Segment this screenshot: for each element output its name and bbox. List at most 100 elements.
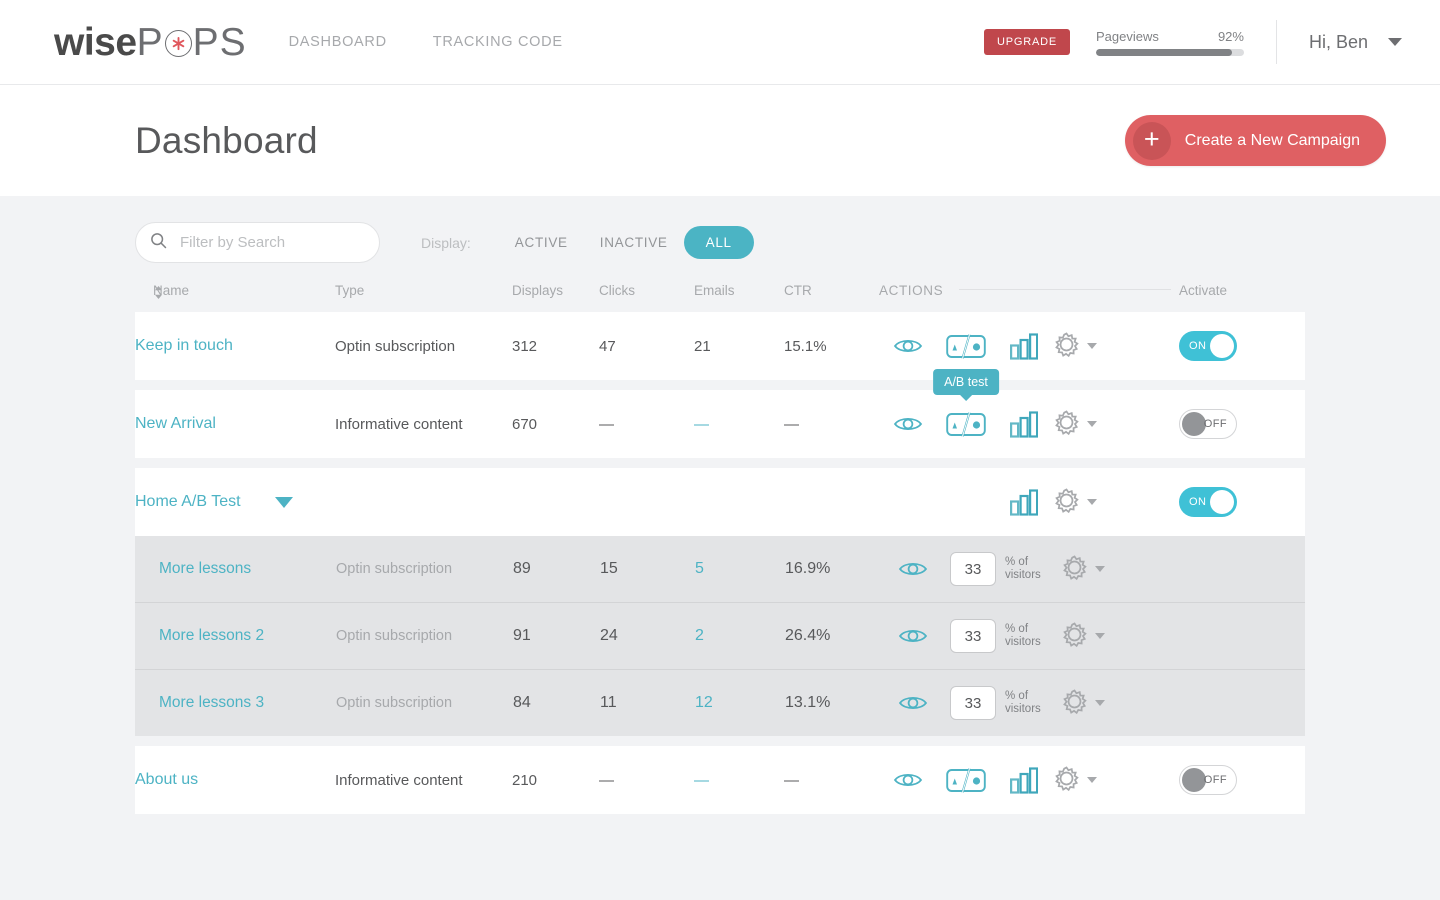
table-row[interactable]: More lessons 2 Optin subscription 91 24 … [135, 602, 1305, 670]
plus-icon: + [1132, 121, 1171, 160]
variant-emails-cell[interactable]: 5 [694, 536, 784, 603]
sort-icon[interactable] [153, 285, 164, 303]
variant-actions-cell: % of visitors [879, 602, 1179, 670]
variant-ctr-cell: 26.4% [784, 602, 879, 670]
search-icon [150, 232, 167, 254]
gear-icon [1053, 765, 1080, 795]
variant-name-cell: More lessons 2 [135, 602, 335, 670]
statistics-bar-chart-icon[interactable] [995, 332, 1053, 360]
upgrade-button[interactable]: UPGRADE [983, 29, 1070, 55]
filter-bar: Display: ACTIVE INACTIVE ALL [0, 196, 1440, 263]
campaign-clicks-cell: 47 [599, 337, 616, 355]
activate-toggle[interactable]: ON [1179, 331, 1237, 361]
top-bar: wise P PS DASHBOARD TRACKING CODE UPGRAD… [0, 0, 1440, 85]
chevron-down-icon [1388, 38, 1402, 46]
ab-test-group-row[interactable]: Home A/B Test ON [135, 468, 1305, 536]
table-row[interactable]: More lessons Optin subscription 89 15 5 … [135, 536, 1305, 603]
column-header-name[interactable]: Name [135, 283, 335, 312]
display-filter-group: ACTIVE INACTIVE ALL [499, 226, 754, 259]
group-name-cell: Home A/B Test [135, 468, 335, 536]
preview-eye-icon[interactable] [879, 414, 937, 434]
campaign-actions-cell [879, 746, 1179, 814]
ab-test-icon[interactable] [937, 411, 995, 438]
filter-active-button[interactable]: ACTIVE [499, 226, 584, 259]
variant-activate-cell [1179, 669, 1305, 736]
gear-icon [1061, 621, 1088, 651]
table-row[interactable]: New Arrival Informative content 670 — — … [135, 390, 1305, 458]
settings-menu-button[interactable] [1053, 487, 1097, 517]
filter-inactive-button[interactable]: INACTIVE [584, 226, 684, 259]
percent-label-line1: % of [1005, 555, 1029, 568]
column-header-displays: Displays [512, 283, 564, 298]
account-area: UPGRADE Pageviews 92% Hi, Ben [983, 20, 1402, 64]
ab-test-icon[interactable]: A/B test [933, 333, 999, 401]
preview-eye-icon[interactable] [884, 693, 942, 713]
settings-menu-button[interactable] [1053, 765, 1097, 795]
table-row[interactable]: More lessons 3 Optin subscription 84 11 … [135, 669, 1305, 736]
activate-toggle[interactable]: OFF [1179, 409, 1237, 439]
toggle-knob [1182, 768, 1206, 792]
filter-all-button[interactable]: ALL [683, 226, 754, 259]
traffic-percent-label: % of visitors [1005, 690, 1041, 716]
activate-toggle[interactable]: OFF [1179, 765, 1237, 795]
user-menu[interactable]: Hi, Ben [1309, 32, 1402, 53]
ab-test-icon[interactable] [937, 767, 995, 794]
statistics-bar-chart-icon[interactable] [995, 488, 1053, 516]
campaigns-table: Name Type Displays Clicks Emails CTR ACT… [135, 283, 1305, 814]
toggle-label: OFF [1203, 418, 1227, 430]
traffic-percent-input[interactable] [950, 686, 996, 720]
campaign-link[interactable]: New Arrival [135, 415, 216, 432]
search-input[interactable] [178, 233, 365, 252]
campaign-type-cell: Informative content [335, 771, 463, 789]
nav-tracking-code[interactable]: TRACKING CODE [433, 34, 563, 50]
variant-emails-cell[interactable]: 12 [694, 669, 784, 736]
settings-menu-button[interactable] [1053, 409, 1097, 439]
variant-displays-cell: 84 [512, 669, 599, 736]
variant-activate-cell [1179, 602, 1305, 670]
column-header-ctr: CTR [784, 283, 812, 298]
campaign-link[interactable]: More lessons [159, 560, 251, 577]
create-new-campaign-button[interactable]: + Create a New Campaign [1124, 115, 1386, 166]
campaign-activate-cell: OFF [1179, 746, 1305, 814]
campaign-displays-cell: 312 [512, 337, 538, 355]
campaign-link[interactable]: About us [135, 771, 198, 788]
table-row[interactable]: About us Informative content 210 — — — O… [135, 746, 1305, 814]
statistics-bar-chart-icon[interactable] [995, 410, 1053, 438]
campaign-activate-cell: ON [1179, 312, 1305, 380]
traffic-percent-input[interactable] [950, 552, 996, 586]
campaign-link[interactable]: Keep in touch [135, 337, 233, 354]
variant-emails-cell[interactable]: 2 [694, 602, 784, 670]
campaign-link[interactable]: More lessons 3 [159, 694, 264, 711]
settings-menu-button[interactable] [1061, 688, 1105, 718]
create-campaign-label: Create a New Campaign [1184, 131, 1360, 149]
campaign-clicks-cell: — [599, 415, 614, 433]
settings-menu-button[interactable] [1061, 621, 1105, 651]
expand-collapse-caret-icon[interactable] [274, 496, 293, 508]
nav-dashboard[interactable]: DASHBOARD [289, 34, 387, 50]
settings-menu-button[interactable] [1061, 554, 1105, 584]
wisepops-logo[interactable]: wise P PS [54, 23, 247, 62]
variant-type-cell: Optin subscription [335, 602, 512, 670]
campaign-emails-cell[interactable]: 21 [694, 312, 784, 380]
settings-menu-button[interactable] [1053, 331, 1097, 361]
chevron-down-icon [1087, 777, 1097, 783]
campaign-name-cell: New Arrival [135, 390, 335, 458]
toggle-label: ON [1189, 340, 1207, 352]
preview-eye-icon[interactable] [879, 336, 937, 356]
traffic-percent-input[interactable] [950, 619, 996, 653]
preview-eye-icon[interactable] [884, 626, 942, 646]
preview-eye-icon[interactable] [879, 770, 937, 790]
activate-toggle[interactable]: ON [1179, 487, 1237, 517]
gear-icon [1053, 331, 1080, 361]
preview-eye-icon[interactable] [884, 559, 942, 579]
logo-pops-text: P PS [137, 23, 247, 62]
group-link[interactable]: Home A/B Test [135, 493, 241, 511]
statistics-bar-chart-icon[interactable] [995, 766, 1053, 794]
chevron-down-icon [1087, 499, 1097, 505]
search-box[interactable] [135, 222, 380, 263]
table-row[interactable]: Keep in touch Optin subscription 312 47 … [135, 312, 1305, 401]
campaign-link[interactable]: More lessons 2 [159, 627, 264, 644]
percent-label-line2: visitors [1005, 569, 1041, 581]
variant-displays-cell: 89 [513, 560, 531, 577]
logo-p-letter: P [136, 20, 164, 64]
